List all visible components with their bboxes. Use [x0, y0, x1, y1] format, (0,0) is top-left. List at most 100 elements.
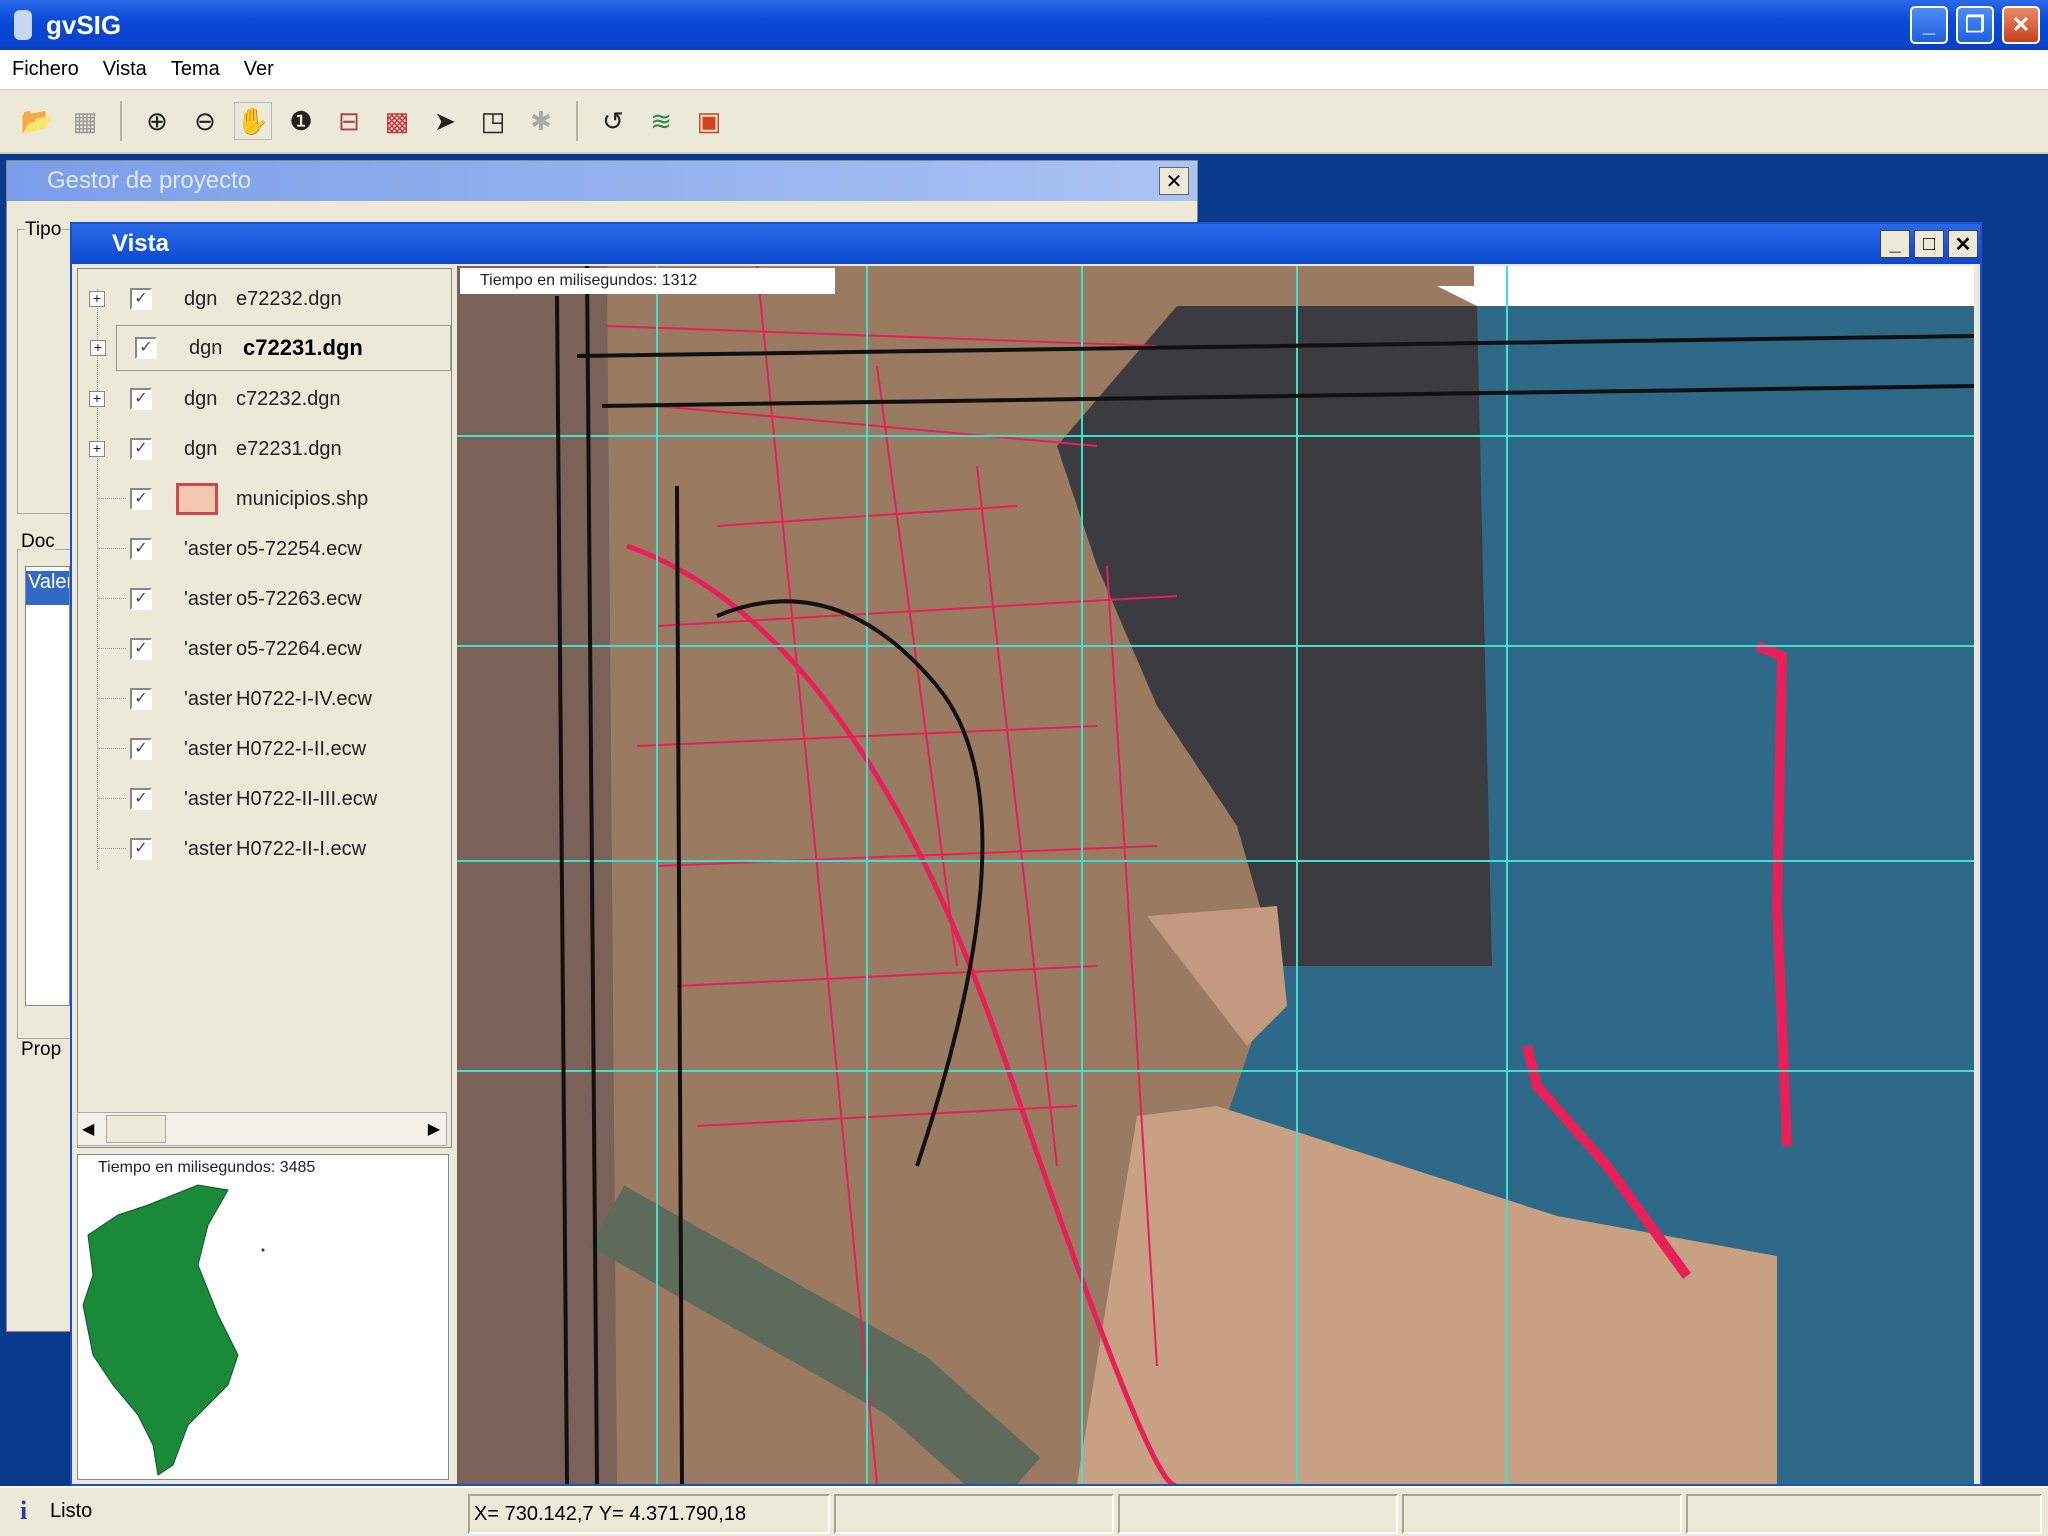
status-panel — [834, 1494, 1114, 1534]
expand-icon[interactable]: + — [89, 441, 105, 457]
menu-vista[interactable]: Vista — [91, 58, 159, 81]
scroll-right-icon[interactable]: ▶ — [428, 1119, 440, 1139]
layer-item[interactable]: ✓'asterH0722-I-IV.ecw — [78, 679, 448, 719]
view-maximize-button[interactable]: □ — [1914, 230, 1944, 258]
overview-region-shape — [78, 1155, 450, 1481]
layer-visibility-checkbox[interactable]: ✓ — [130, 288, 152, 310]
layer-visibility-checkbox[interactable]: ✓ — [130, 738, 152, 760]
layer-visibility-checkbox[interactable]: ✓ — [130, 438, 152, 460]
layer-type-label: 'aster — [184, 538, 232, 561]
open-project-icon[interactable]: 📂 — [18, 102, 56, 140]
layer-type-label: dgn — [184, 388, 217, 411]
layer-item[interactable]: ✓ 'astero5-72254.ecw — [78, 529, 448, 569]
zoom-in-icon[interactable]: ⊕ — [138, 102, 176, 140]
measure-icon[interactable]: ⊟ — [330, 102, 368, 140]
layer-name: e72232.dgn — [236, 288, 342, 311]
layer-item[interactable]: +✓dgnc72231.dgn — [116, 325, 451, 371]
layer-item[interactable]: ✓'asterH0722-I-II.ecw — [78, 729, 448, 769]
select-area-icon[interactable]: ▩ — [378, 102, 416, 140]
layer-item[interactable]: ✓'asterH0722-II-III.ecw — [78, 779, 448, 819]
select-rectangle-icon[interactable]: ◳ — [474, 102, 512, 140]
layer-visibility-checkbox[interactable]: ✓ — [130, 788, 152, 810]
toc-horizontal-scrollbar[interactable]: ◀ ▶ — [77, 1112, 447, 1146]
menu-fichero[interactable]: Fichero — [0, 58, 91, 81]
layer-item[interactable]: ✓'astero5-72263.ecw — [78, 579, 448, 619]
layer-visibility-checkbox[interactable]: ✓ — [130, 638, 152, 660]
layer-name: o5-72254.ecw — [236, 538, 362, 561]
document-item[interactable]: Valencia — [26, 571, 69, 605]
layer-name: c72231.dgn — [243, 335, 363, 361]
layer-name: o5-72264.ecw — [236, 638, 362, 661]
layer-item[interactable]: +✓dgnc72232.dgn — [78, 379, 448, 419]
restore-button[interactable]: ❐ — [1956, 6, 1994, 44]
expand-icon[interactable]: + — [89, 291, 105, 307]
tree-line — [98, 748, 126, 749]
expand-icon[interactable]: + — [89, 391, 105, 407]
tree-line — [98, 648, 126, 649]
app-title-bar: gvSIG _ ❐ ✕ — [0, 0, 2048, 50]
menu-ver[interactable]: Ver — [232, 58, 286, 81]
layer-visibility-checkbox[interactable]: ✓ — [130, 488, 152, 510]
layer-item[interactable]: ✓'asterH0722-II-I.ecw — [78, 829, 448, 869]
select-pointer-icon[interactable]: ➤ — [426, 102, 464, 140]
close-button[interactable]: ✕ — [2002, 6, 2040, 44]
layer-type-label: dgn — [184, 288, 217, 311]
layer-type-label: 'aster — [184, 688, 232, 711]
toolbar-separator — [120, 101, 122, 141]
disabled-tool-icon: ✱ — [522, 102, 560, 140]
expand-icon[interactable]: + — [90, 340, 106, 356]
zoom-previous-icon[interactable]: ↺ — [594, 102, 632, 140]
minimize-button[interactable]: _ — [1910, 6, 1948, 44]
layer-visibility-checkbox[interactable]: ✓ — [130, 688, 152, 710]
layer-item[interactable]: + ✓ dgn e72232.dgn — [78, 279, 448, 319]
app-title: gvSIG — [46, 10, 121, 41]
tree-line — [98, 848, 126, 849]
layer-type-label: dgn — [184, 438, 217, 461]
view-close-button[interactable]: ✕ — [1948, 230, 1978, 258]
status-panel — [1118, 1494, 1398, 1534]
documents-group-label: Doc — [21, 531, 55, 553]
info-icon[interactable]: ❶ — [282, 102, 320, 140]
status-panel — [1402, 1494, 1682, 1534]
layer-name: e72231.dgn — [236, 438, 342, 461]
layer-visibility-checkbox[interactable]: ✓ — [130, 588, 152, 610]
overview-map[interactable]: Tiempo en milisegundos: 3485 — [77, 1154, 449, 1480]
tree-line — [98, 548, 126, 549]
layer-type-label: 'aster — [184, 838, 232, 861]
layer-name: municipios.shp — [236, 488, 368, 511]
view-minimize-button[interactable]: _ — [1880, 230, 1910, 258]
menu-tema[interactable]: Tema — [159, 58, 232, 81]
tree-line — [98, 498, 126, 499]
status-panel — [1686, 1494, 2042, 1534]
tree-line — [98, 698, 126, 699]
layers-icon[interactable]: ≋ — [642, 102, 680, 140]
layer-visibility-checkbox[interactable]: ✓ — [130, 538, 152, 560]
zoom-out-icon[interactable]: ⊖ — [186, 102, 224, 140]
documents-list[interactable]: Valencia — [25, 566, 70, 1006]
layer-item[interactable]: ✓ municipios.shp — [78, 479, 448, 519]
layer-type-label: 'aster — [184, 788, 232, 811]
pan-hand-icon[interactable]: ✋ — [234, 102, 272, 140]
layer-visibility-checkbox[interactable]: ✓ — [130, 388, 152, 410]
layer-item[interactable]: ✓'astero5-72264.ecw — [78, 629, 448, 669]
type-group — [17, 229, 72, 514]
tree-line — [98, 598, 126, 599]
layer-visibility-checkbox[interactable]: ✓ — [130, 838, 152, 860]
scroll-left-icon[interactable]: ◀ — [82, 1119, 94, 1139]
type-group-label: Tipo — [25, 219, 61, 241]
layer-item[interactable]: + ✓ dgn e72231.dgn — [78, 429, 448, 469]
project-manager-close-button[interactable]: ✕ — [1159, 167, 1189, 195]
scroll-thumb[interactable] — [106, 1115, 166, 1143]
save-icon[interactable]: ▦ — [66, 102, 104, 140]
view-window: Vista _ □ ✕ +✓dgne72232.dgn+✓dgnc72231.d… — [70, 222, 1982, 1486]
layer-type-label: 'aster — [184, 738, 232, 761]
layer-visibility-checkbox[interactable]: ✓ — [135, 337, 157, 359]
info-icon: i — [20, 1496, 27, 1526]
map-canvas[interactable]: Tiempo en milisegundos: 1312 — [457, 266, 1974, 1484]
layer-symbol-swatch — [176, 483, 218, 515]
overview-icon[interactable]: ▣ — [690, 102, 728, 140]
toolbar-separator — [576, 101, 578, 141]
menu-bar: Fichero Vista Tema Ver — [0, 50, 2048, 90]
view-title-bar[interactable]: Vista _ □ ✕ — [72, 224, 1980, 264]
project-manager-title-bar[interactable]: Gestor de proyecto ✕ — [7, 161, 1197, 201]
